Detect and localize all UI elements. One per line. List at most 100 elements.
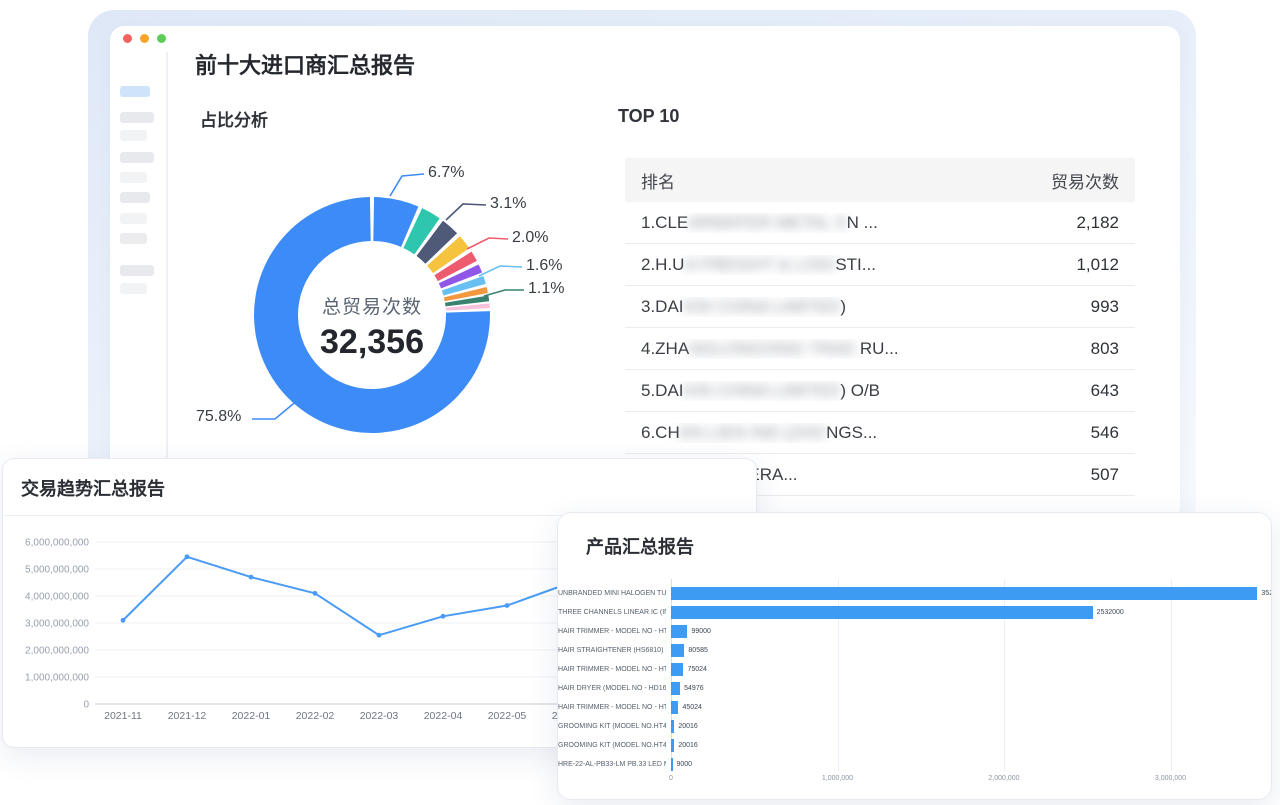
donut-percent-label: 3.1% (490, 195, 526, 213)
bar[interactable] (671, 682, 680, 695)
donut-center-value: 32,356 (272, 323, 472, 362)
importer-name: 6.CHEN LIEN IND (ZHONGS... (641, 423, 877, 443)
svg-text:3,000,000,000: 3,000,000,000 (25, 619, 89, 630)
donut-section-label: 占比分析 (200, 106, 268, 131)
svg-text:2022-04: 2022-04 (424, 710, 463, 722)
donut-percent-label: 2.0% (512, 229, 548, 247)
bar[interactable] (671, 644, 684, 657)
trade-count: 1,012 (1076, 255, 1119, 275)
product-label: GROOMING KIT (MODEL NO.HT4500K... (558, 742, 666, 749)
bar-value: 3522000 (1261, 590, 1272, 597)
importer-name: 3.DAIKIN CHINA LIMITED) (641, 297, 846, 317)
sidebar-item[interactable] (120, 172, 147, 183)
svg-text:0: 0 (83, 700, 89, 711)
page-title: 前十大进口商汇总报告 (195, 48, 415, 80)
bar[interactable] (671, 587, 1257, 600)
zoom-button[interactable] (157, 34, 166, 43)
top10-table-body: 1.CLEARWATER METAL SN ... 2,182 2.H.UA FRE… (625, 202, 1135, 496)
bar[interactable] (671, 720, 674, 733)
trend-title: 交易趋势汇总报告 (21, 475, 165, 501)
bar-value: 75024 (687, 666, 706, 673)
sidebar-item[interactable] (120, 130, 147, 141)
product-label: HAIR TRIMMER - MODEL NO - HT20... (558, 666, 666, 673)
svg-text:2022-01: 2022-01 (232, 710, 271, 722)
x-axis-tick: 3,000,000 (1155, 775, 1186, 782)
bar-row: THREE CHANNELS LINEAR IC (INTE... 2532000 (558, 606, 1272, 619)
importer-name: 5.DAIKIN CHINA LIMITED) O/B (641, 381, 880, 401)
bar-row: UNBRANDED MINI HALOGEN TUBE 50... 3522000 (558, 587, 1272, 600)
sidebar-item[interactable] (120, 152, 154, 163)
table-row[interactable]: 2.H.UA FREIGHT & LOGISTI... 1,012 (625, 244, 1135, 286)
bar-row: HAIR TRIMMER - MODEL NO - HT20... 75024 (558, 663, 1272, 676)
sidebar-item[interactable] (120, 265, 154, 276)
trade-count: 643 (1091, 381, 1119, 401)
top10-table: 排名 贸易次数 1.CLEARWATER METAL SN ... 2,182 2.… (625, 158, 1135, 496)
trade-count: 993 (1091, 297, 1119, 317)
bar[interactable] (671, 625, 687, 638)
main-report-window: 前十大进口商汇总报告 占比分析 TOP 10 总贸易次数 32,356 6.7%… (110, 26, 1180, 520)
donut-percent-label: 75.8% (196, 408, 241, 426)
svg-text:2,000,000,000: 2,000,000,000 (25, 646, 89, 657)
product-label: UNBRANDED MINI HALOGEN TUBE 50... (558, 590, 666, 597)
donut-center-text: 总贸易次数 32,356 (272, 292, 472, 362)
product-label: HAIR TRIMMER - MODEL NO - HT35... (558, 704, 666, 711)
table-row[interactable]: 4.ZHANGLONGXING TRAD RU...803 (625, 328, 1135, 370)
donut-percent-label: 1.1% (528, 280, 564, 298)
col-trade-count: 贸易次数 (1051, 168, 1119, 193)
svg-text:6,000,000,000: 6,000,000,000 (25, 538, 89, 549)
x-axis-tick: 0 (669, 775, 673, 782)
close-button[interactable] (123, 34, 132, 43)
product-label: HAIR STRAIGHTENER (HS6810) PIN... (558, 647, 666, 654)
top10-section-label: TOP 10 (618, 106, 679, 127)
window-controls (123, 34, 166, 43)
bar-value: 54976 (684, 685, 703, 692)
product-title: 产品汇总报告 (586, 533, 694, 559)
sidebar-divider (166, 52, 168, 514)
donut-percent-label: 1.6% (526, 257, 562, 275)
bar-value: 45024 (682, 704, 701, 711)
bar[interactable] (671, 758, 673, 771)
svg-text:4,000,000,000: 4,000,000,000 (25, 592, 89, 603)
sidebar-item[interactable] (120, 213, 147, 224)
sidebar-item[interactable] (120, 233, 147, 244)
col-rank: 排名 (641, 168, 675, 193)
bar-value: 80585 (688, 647, 707, 654)
minimize-button[interactable] (140, 34, 149, 43)
product-report-window: 产品汇总报告 01,000,0002,000,0003,000,000UNBRA… (557, 512, 1272, 800)
trade-count: 507 (1091, 465, 1119, 485)
sidebar-item[interactable] (120, 112, 154, 123)
bar-value: 99000 (691, 628, 710, 635)
bar-value: 9000 (677, 761, 693, 768)
table-row[interactable]: 1.CLEARWATER METAL SN ... 2,182 (625, 202, 1135, 244)
svg-text:2022-05: 2022-05 (488, 710, 527, 722)
trade-count: 2,182 (1076, 213, 1119, 233)
bar-row: HAIR STRAIGHTENER (HS6810) PIN... 80585 (558, 644, 1272, 657)
importer-name: 1.CLEARWATER METAL SN ... (641, 213, 878, 233)
donut-percent-label: 6.7% (428, 164, 464, 182)
bar-row: HAIR TRIMMER - MODEL NO - HT35... 45024 (558, 701, 1272, 714)
product-label: THREE CHANNELS LINEAR IC (INTE... (558, 609, 666, 616)
sidebar-item[interactable] (120, 192, 150, 203)
svg-text:5,000,000,000: 5,000,000,000 (25, 565, 89, 576)
bar[interactable] (671, 663, 683, 676)
bar[interactable] (671, 739, 674, 752)
bar-value: 20016 (678, 723, 697, 730)
bar[interactable] (671, 701, 678, 714)
product-label: GROOMING KIT (MODEL NO.HT4000K... (558, 723, 666, 730)
bar[interactable] (671, 606, 1093, 619)
bar-row: HAIR DRYER (MODEL NO - HD1600 ...54976 (558, 682, 1272, 695)
bar-row: GROOMING KIT (MODEL NO.HT4000K... 20016 (558, 720, 1272, 733)
table-header: 排名 贸易次数 (625, 158, 1135, 202)
table-row[interactable]: 6.CHEN LIEN IND (ZHONGS...546 (625, 412, 1135, 454)
importer-name: 2.H.UA FREIGHT & LOGISTI... (641, 255, 876, 275)
svg-text:2021-12: 2021-12 (168, 710, 207, 722)
sidebar-item[interactable] (120, 283, 147, 294)
donut-center-label: 总贸易次数 (272, 292, 472, 319)
table-row[interactable]: 5.DAIKIN CHINA LIMITED) O/B 643 (625, 370, 1135, 412)
svg-text:2021-11: 2021-11 (104, 710, 142, 722)
table-row[interactable]: 3.DAIKIN CHINA LIMITED) 993 (625, 286, 1135, 328)
bar-row: HRE-22-AL-PB33-LM PB.33 LED MO...9000 (558, 758, 1272, 771)
sidebar-item[interactable] (120, 86, 150, 97)
x-axis-tick: 2,000,000 (988, 775, 1019, 782)
bar-value: 2532000 (1097, 609, 1124, 616)
